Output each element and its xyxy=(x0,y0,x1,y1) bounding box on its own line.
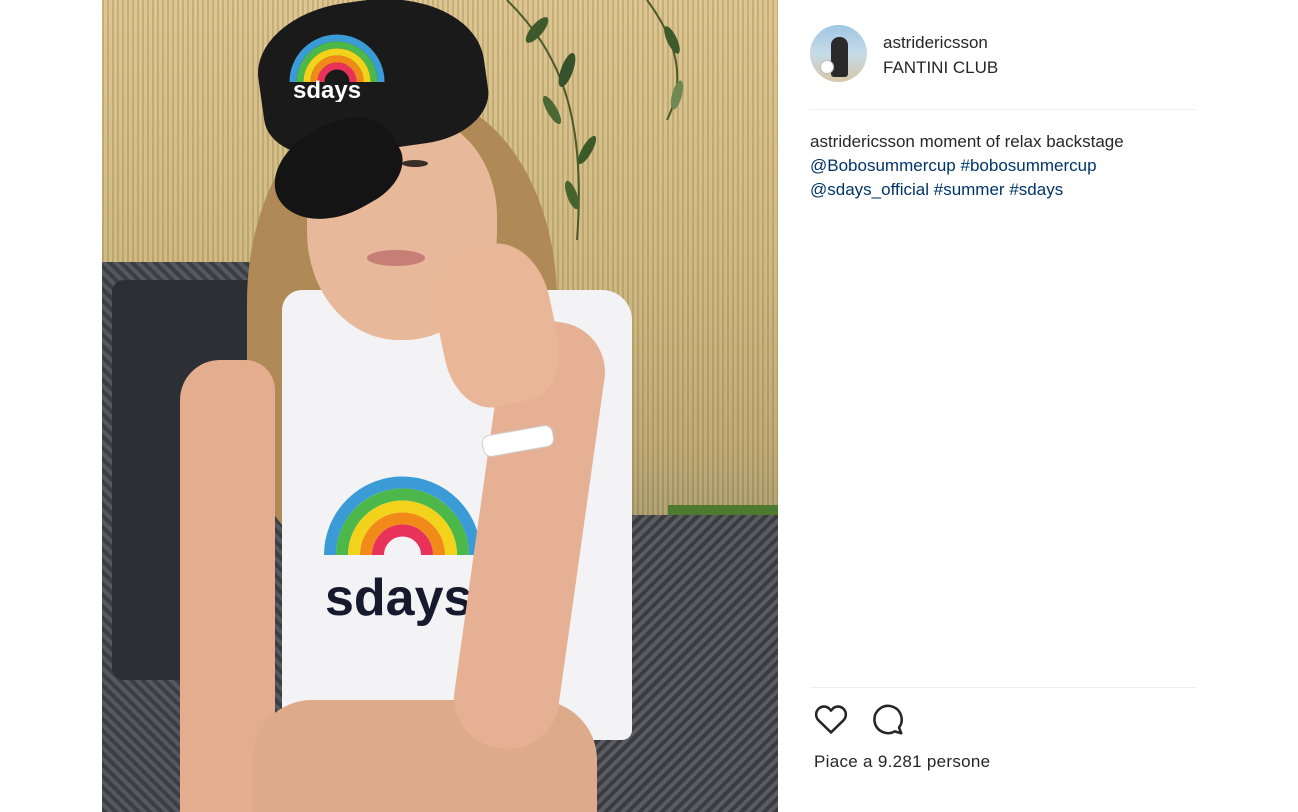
cap-rainbow-logo: sdays xyxy=(289,34,385,102)
shirt-rainbow-logo: sdays xyxy=(324,476,481,627)
caption-author[interactable]: astridericsson xyxy=(810,132,915,151)
actions-divider xyxy=(810,687,1196,688)
header-divider xyxy=(810,109,1196,110)
post-location[interactable]: FANTINI CLUB xyxy=(883,58,998,78)
caption-hashtag-summer[interactable]: #summer xyxy=(934,180,1005,199)
likes-count[interactable]: Piace a 9.281 persone xyxy=(814,752,990,772)
caption-mention-bobosummercup[interactable]: @Bobosummercup xyxy=(810,156,956,175)
caption-hashtag-bobosummercup[interactable]: #bobosummercup xyxy=(961,156,1097,175)
avatar[interactable] xyxy=(810,25,867,82)
heart-icon[interactable] xyxy=(812,700,850,738)
caption-mention-sdays-official[interactable]: @sdays_official xyxy=(810,180,929,199)
avatar-ball xyxy=(820,60,834,74)
caption-hashtag-sdays[interactable]: #sdays xyxy=(1009,180,1063,199)
post-photo[interactable]: sdays sdays xyxy=(102,0,778,812)
post-sidebar: astridericsson FANTINI CLUB astridericss… xyxy=(810,0,1196,812)
comment-icon[interactable] xyxy=(868,700,906,738)
avatar-figure xyxy=(831,37,848,77)
lips xyxy=(367,250,425,266)
post-caption: astridericsson moment of relax backstage… xyxy=(810,130,1196,202)
right-eye xyxy=(402,160,428,167)
shirt-logo-text: sdays xyxy=(325,569,472,627)
post-author-username[interactable]: astridericsson xyxy=(883,33,988,53)
cap-logo-text: sdays xyxy=(293,77,361,102)
caption-text: moment of relax backstage xyxy=(919,132,1124,151)
